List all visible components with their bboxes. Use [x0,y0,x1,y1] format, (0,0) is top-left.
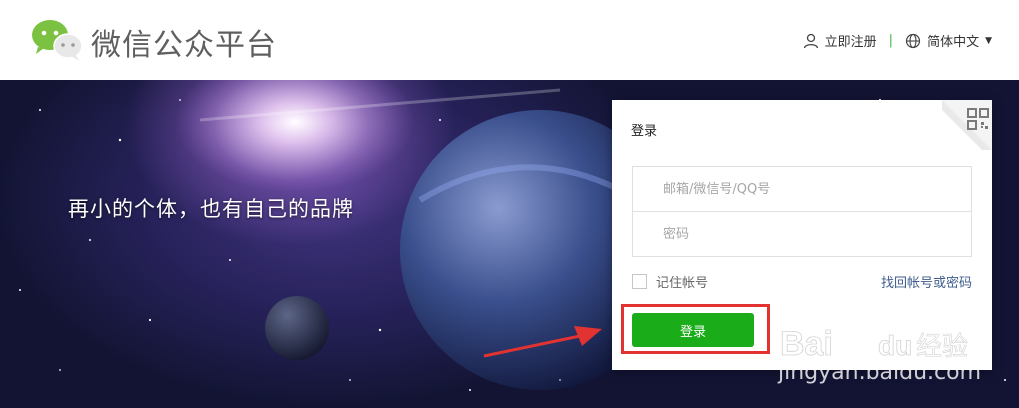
annotation-arrow-icon [483,326,602,358]
annotation-highlight-box [621,304,770,354]
top-links: 立即注册 | 简体中文 ▼ [803,31,992,50]
remember-account[interactable]: 记住帐号 [632,272,708,291]
globe-icon [905,33,921,48]
wechat-logo-icon[interactable] [30,18,84,62]
svg-text:du: du [878,330,912,361]
login-title: 登录 [631,124,658,139]
top-header: 微信公众平台 立即注册 | 简体中文 ▼ [0,0,1019,80]
qr-code-icon[interactable] [942,100,992,150]
user-icon [803,33,818,48]
remember-checkbox[interactable] [632,274,647,289]
forgot-password-link[interactable]: 找回帐号或密码 [881,272,972,291]
brand-title[interactable]: 微信公众平台 [91,20,277,64]
register-link[interactable]: 立即注册 [825,31,877,50]
watermark-url: jingyan.baidu.com [778,360,982,385]
language-selector[interactable]: 简体中文 [927,31,979,50]
chevron-down-icon[interactable]: ▼ [985,36,992,46]
svg-text:经验: 经验 [916,332,968,362]
remember-label[interactable]: 记住帐号 [656,272,708,291]
divider: | [888,33,894,48]
svg-text:Bai: Bai [780,325,833,363]
banner-tagline: 再小的个体，也有自己的品牌 [68,197,354,221]
password-input[interactable] [632,211,972,257]
username-input[interactable] [632,166,972,212]
